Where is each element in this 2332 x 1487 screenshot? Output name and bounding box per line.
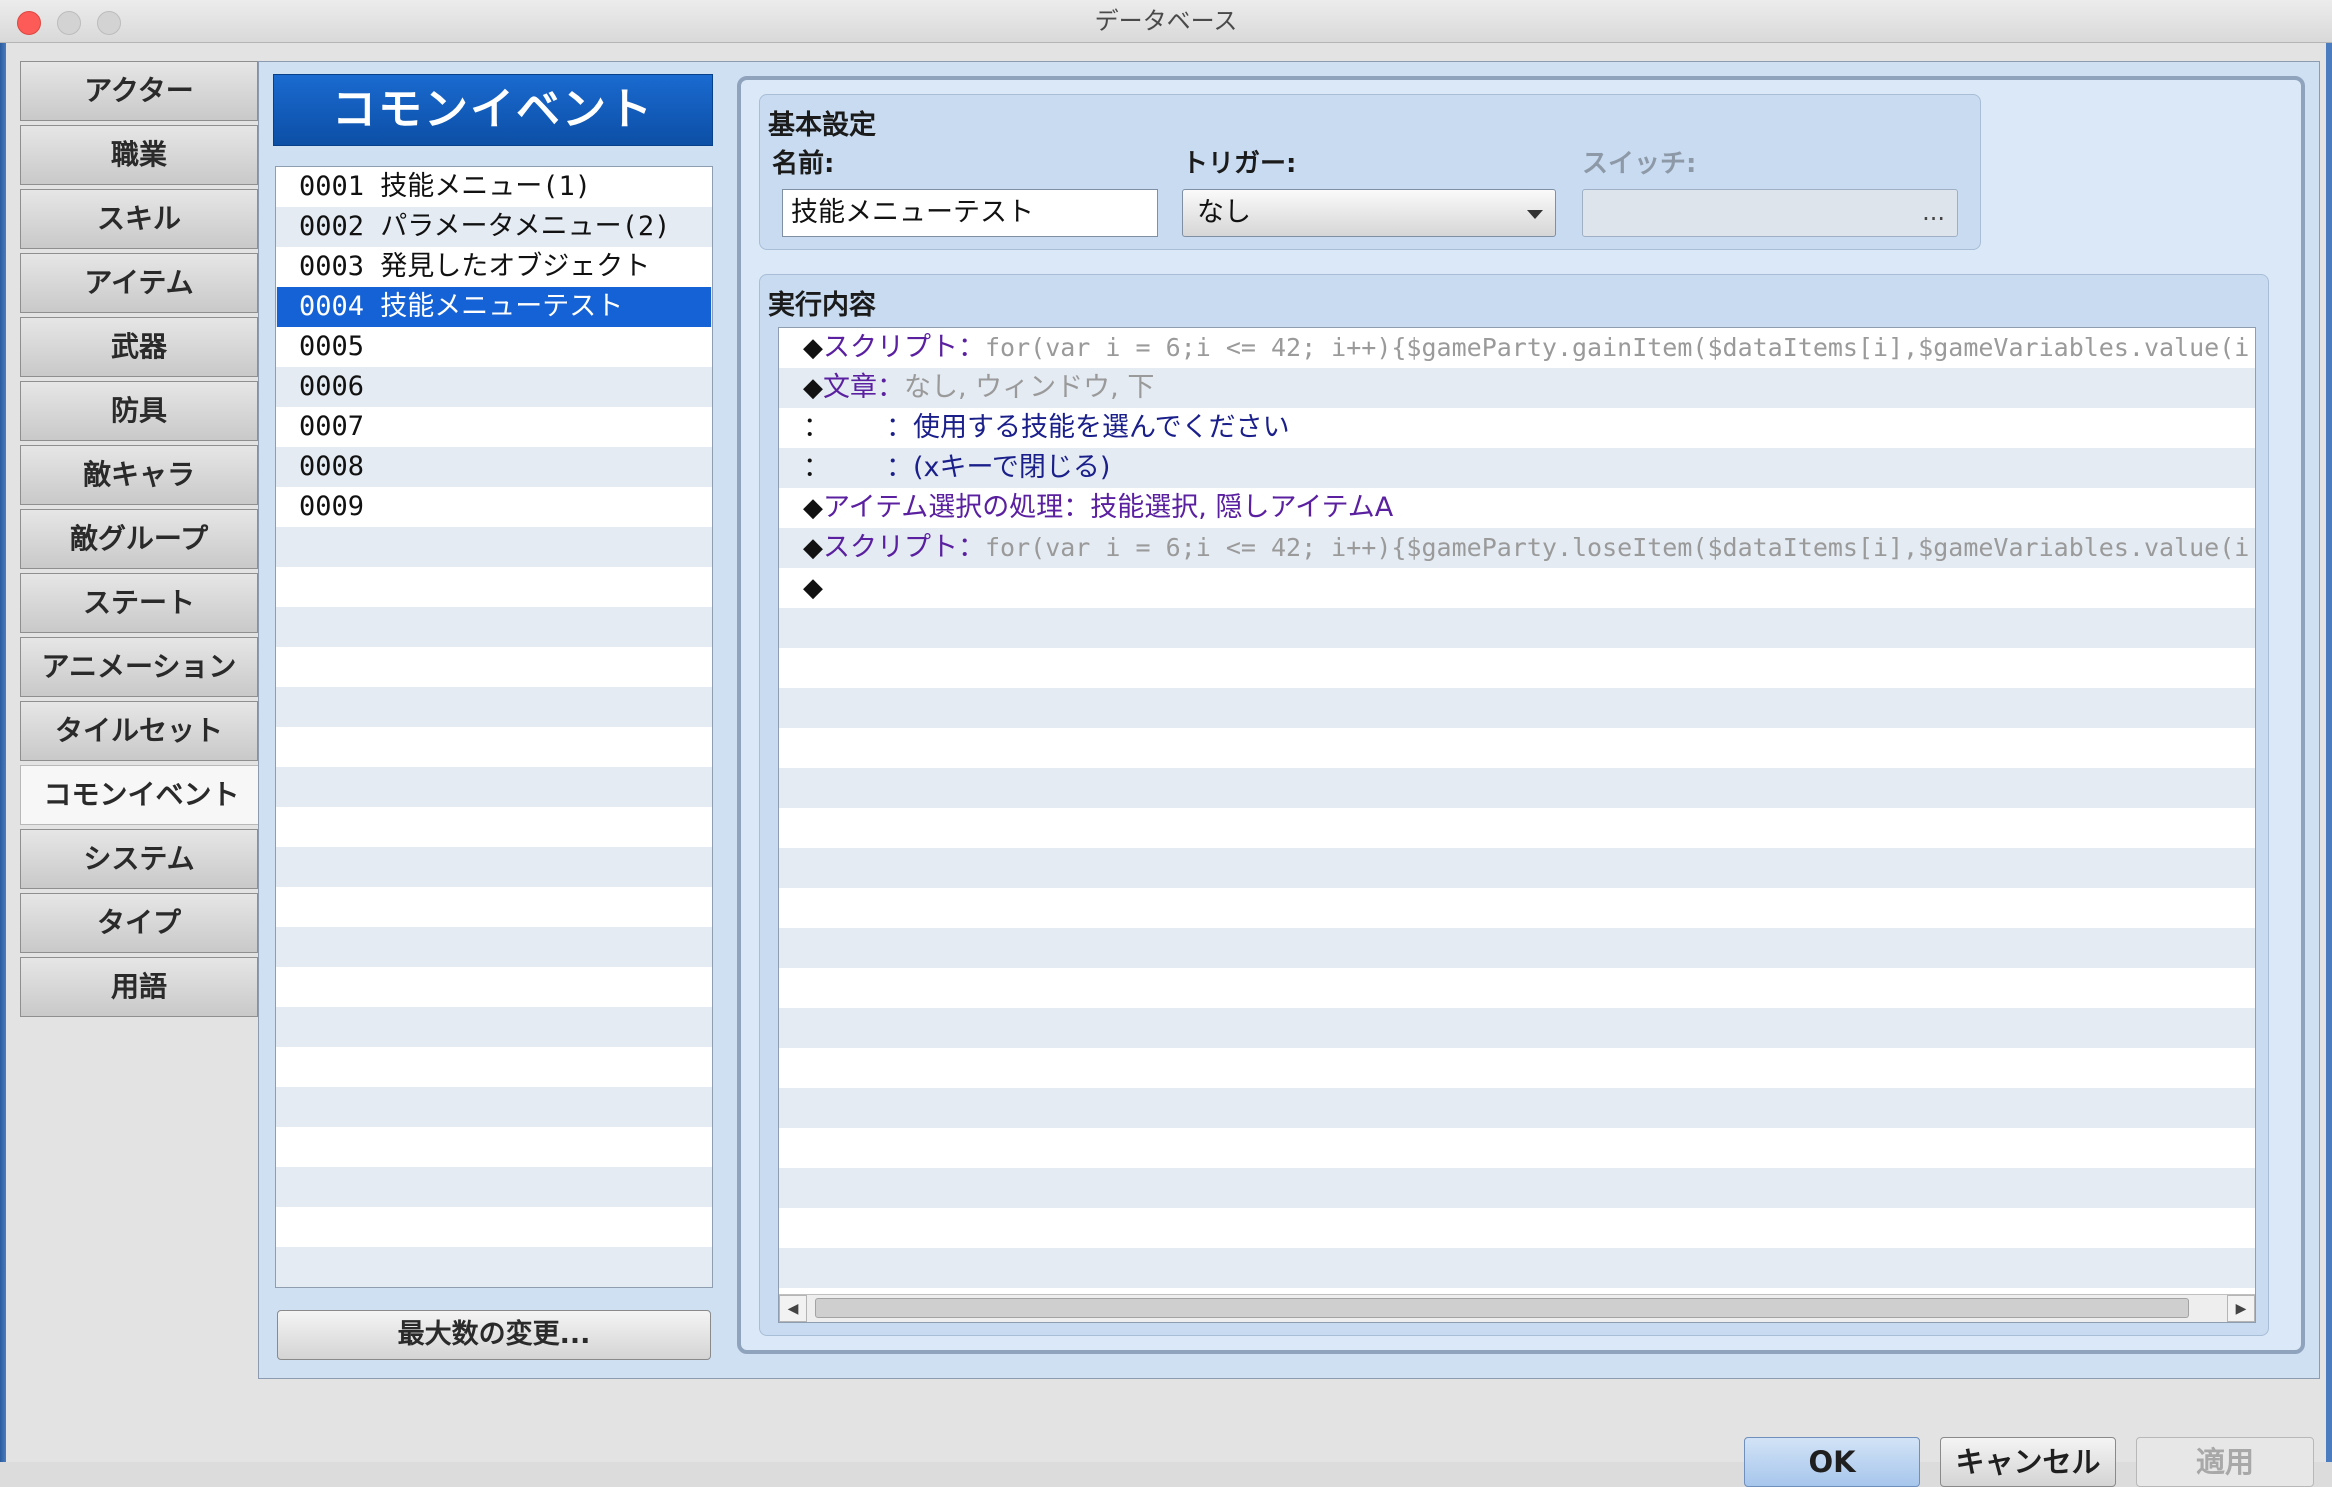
- command-diamond-icon: ◆: [803, 493, 823, 523]
- command-diamond-icon: ◆: [803, 333, 823, 363]
- message-text: ：(xキーで閉じる): [886, 452, 1111, 483]
- scroll-left-arrow-icon[interactable]: ◀: [779, 1295, 807, 1322]
- command-line[interactable]: ◆アイテム選択の処理：技能選択, 隠しアイテムA: [779, 488, 2255, 528]
- cancel-button[interactable]: キャンセル: [1940, 1437, 2116, 1487]
- list-item[interactable]: 0005: [277, 327, 711, 367]
- command-name: スクリプト：: [823, 532, 985, 563]
- command-diamond-icon: ◆: [803, 373, 823, 403]
- window-body: アクター 職業 スキル アイテム 武器 防具 敵キャラ 敵グループ ステート アニメーション タイル…: [0, 43, 2332, 1487]
- list-item[interactable]: 0002 パラメータメニュー(2): [277, 207, 711, 247]
- name-input[interactable]: 技能メニューテスト: [782, 189, 1158, 237]
- message-text: ：使用する技能を選んでください: [886, 412, 1290, 443]
- change-max-button[interactable]: 最大数の変更...: [277, 1310, 711, 1360]
- continuation-colon: ：: [803, 412, 830, 443]
- command-diamond-icon: ◆: [803, 573, 823, 603]
- continuation-colon: ：: [803, 452, 830, 483]
- category-tab[interactable]: ステート: [20, 573, 258, 633]
- execution-group: 実行内容 ◆スクリプト：for(var i = 6;i <= 42; i++){…: [759, 274, 2269, 1336]
- main-pane: コモンイベント 0001 技能メニュー(1) 0002 パラメータメニュー(2) 0…: [258, 61, 2320, 1379]
- command-name: スクリプト：: [823, 332, 985, 363]
- category-tab[interactable]: 敵キャラ: [20, 445, 258, 505]
- scroll-thumb[interactable]: [815, 1298, 2189, 1318]
- right-panel: 基本設定 名前: 技能メニューテスト トリガー: なし スイッチ: ... 実行…: [737, 76, 2305, 1354]
- command-params: for(var i = 6;i <= 42; i++){$gameParty.g…: [985, 333, 2255, 362]
- category-tab[interactable]: タイプ: [20, 893, 258, 953]
- category-tab[interactable]: アイテム: [20, 253, 258, 313]
- category-tab[interactable]: 用語: [20, 957, 258, 1017]
- list-item[interactable]: 0007: [277, 407, 711, 447]
- window-title: データベース: [1094, 7, 1238, 35]
- command-params: for(var i = 6;i <= 42; i++){$gameParty.l…: [985, 533, 2255, 562]
- scroll-right-arrow-icon[interactable]: ▶: [2227, 1295, 2255, 1322]
- category-tab[interactable]: アクター: [20, 61, 258, 121]
- ok-button[interactable]: OK: [1744, 1437, 1920, 1487]
- list-item[interactable]: 0008: [277, 447, 711, 487]
- horizontal-scrollbar[interactable]: ◀ ▶: [779, 1294, 2255, 1322]
- trigger-label: トリガー:: [1182, 149, 1297, 179]
- switch-field: ...: [1582, 189, 1958, 237]
- basic-settings-group: 基本設定 名前: 技能メニューテスト トリガー: なし スイッチ: ...: [759, 94, 1981, 250]
- category-tab[interactable]: システム: [20, 829, 258, 889]
- command-line[interactable]: ◆: [779, 568, 2255, 608]
- command-line[interactable]: ◆文章：なし, ウィンドウ, 下: [779, 368, 2255, 408]
- name-label: 名前:: [772, 149, 835, 179]
- switch-ellipsis-button: ...: [1922, 198, 1945, 226]
- category-tab[interactable]: 防具: [20, 381, 258, 441]
- basic-settings-title: 基本設定: [768, 110, 876, 141]
- apply-button[interactable]: 適用: [2136, 1437, 2314, 1487]
- command-line[interactable]: ： ：使用する技能を選んでください: [779, 408, 2255, 448]
- command-line[interactable]: ： ：(xキーで閉じる): [779, 448, 2255, 488]
- command-list[interactable]: ◆スクリプト：for(var i = 6;i <= 42; i++){$game…: [778, 327, 2256, 1323]
- category-tab[interactable]: スキル: [20, 189, 258, 249]
- chevron-down-icon: [1527, 210, 1543, 219]
- list-header: コモンイベント: [273, 74, 713, 146]
- execution-title: 実行内容: [768, 290, 876, 321]
- list-item[interactable]: 0003 発見したオブジェクト: [277, 247, 711, 287]
- title-bar: データベース: [0, 0, 2332, 43]
- list-item[interactable]: 0009: [277, 487, 711, 527]
- category-tab[interactable]: 職業: [20, 125, 258, 185]
- command-diamond-icon: ◆: [803, 533, 823, 563]
- command-line[interactable]: ◆スクリプト：for(var i = 6;i <= 42; i++){$game…: [779, 528, 2255, 568]
- category-tab[interactable]: アニメーション: [20, 637, 258, 697]
- category-tab[interactable]: 武器: [20, 317, 258, 377]
- list-item[interactable]: 0004 技能メニューテスト: [277, 287, 711, 327]
- trigger-select[interactable]: なし: [1182, 189, 1556, 237]
- command-params: なし, ウィンドウ, 下: [904, 372, 1155, 403]
- trigger-value: なし: [1197, 197, 1251, 228]
- list-item[interactable]: 0001 技能メニュー(1): [277, 167, 711, 207]
- common-event-list[interactable]: 0001 技能メニュー(1) 0002 パラメータメニュー(2) 0003 発見した…: [275, 166, 713, 1288]
- switch-label: スイッチ:: [1582, 149, 1697, 179]
- command-name: 文章：: [823, 372, 904, 403]
- list-item[interactable]: 0006: [277, 367, 711, 407]
- category-tab[interactable]: コモンイベント: [20, 765, 262, 825]
- command-line[interactable]: ◆スクリプト：for(var i = 6;i <= 42; i++){$game…: [779, 328, 2255, 368]
- category-tab[interactable]: 敵グループ: [20, 509, 258, 569]
- category-tab[interactable]: タイルセット: [20, 701, 258, 761]
- command-name: アイテム選択の処理：技能選択, 隠しアイテムA: [823, 492, 1394, 523]
